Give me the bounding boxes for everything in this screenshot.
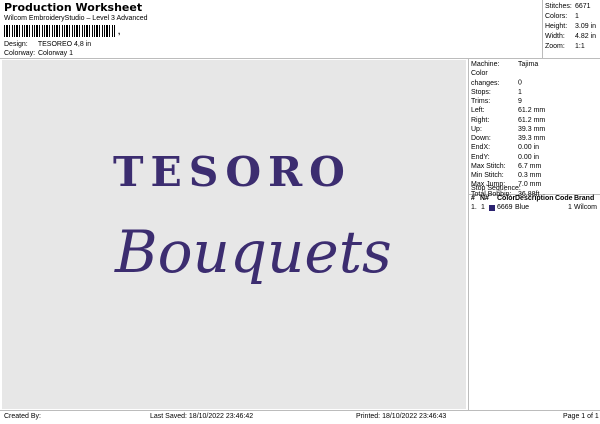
stats-panel: Stitches: 6671 Colors: 1 Height: 3.09 in Wi… [545,2,596,52]
header-code: Code [555,195,573,202]
machine-row: EndY: 0.00 in [471,153,540,161]
row-num: 1. [471,204,477,211]
footer-printed: Printed: 18/10/2022 23:46:43 [356,413,447,420]
machine-row: Min Stitch: 0.3 mm [471,172,542,179]
stat-width: Width: 4.82 in [545,33,597,40]
header-description: Description [515,195,554,202]
row-brand: Wilcom [574,204,597,211]
footer-page: Page 1 of 1 [563,413,599,420]
colorway-info-row: Colorway: Colorway 1 [4,50,73,57]
design-text-bouquets: Bouquets [115,218,392,286]
stat-zoom: Zoom: 1:1 [545,43,585,50]
design-label: Design: [4,41,28,48]
design-info-row: Design: TESOREO 4,8 in [4,41,91,48]
software-subtitle: Wilcom EmbroideryStudio – Level 3 Advanc… [4,15,148,22]
footer-last-saved: Last Saved: 18/10/2022 23:46:42 [150,413,254,420]
machine-row: Down: 39.3 mm [471,135,546,142]
stat-colors: Colors: 1 [545,13,579,20]
header-num: # [471,195,475,202]
footer-created-by: Created By: [4,413,41,420]
header-n: N# [480,195,489,202]
header-divider [0,58,600,59]
worksheet-title: Production Worksheet [4,1,143,14]
machine-row: Machine: Tajima [471,61,539,68]
machine-row: Stops: 1 [471,88,522,96]
barcode-suffix: , [118,27,121,36]
barcode [4,25,116,37]
footer-divider [0,410,600,411]
header-color: Color [497,195,516,202]
machine-row: Up: 39.3 mm [471,125,546,133]
machine-row: Right: 61.2 mm [471,116,546,124]
stop-sequence-title: Stop Sequence: [471,185,521,192]
machine-panel: Machine: Tajima Color changes: 0 Stops: 1 T… [471,60,545,199]
machine-row: EndX: 0.00 in [471,144,540,152]
machine-row: Trims: 9 [471,98,522,105]
panel-divider [468,58,469,410]
stat-height: Height: 3.09 in [545,23,597,30]
design-value: TESOREO 4,8 in [37,41,92,48]
stat-stitches: Stitches: 6671 [545,3,591,10]
stats-divider [542,0,543,58]
colorway-value: Colorway 1 [37,50,73,57]
row-n: 1 [481,204,485,211]
design-text-tesoro: TESORO [113,148,352,196]
thread-color-swatch [489,205,495,211]
colorway-label: Colorway: [4,50,36,57]
header-brand: Brand [574,195,595,202]
machine-row: Max Stitch: 6.7 mm [471,162,542,170]
row-description: Blue [515,204,530,211]
row-code: 1 [568,204,572,211]
machine-row: Left: 61.2 mm [471,107,546,115]
machine-row: Color changes: 0 [471,70,522,87]
row-color: 6669 [497,204,513,211]
